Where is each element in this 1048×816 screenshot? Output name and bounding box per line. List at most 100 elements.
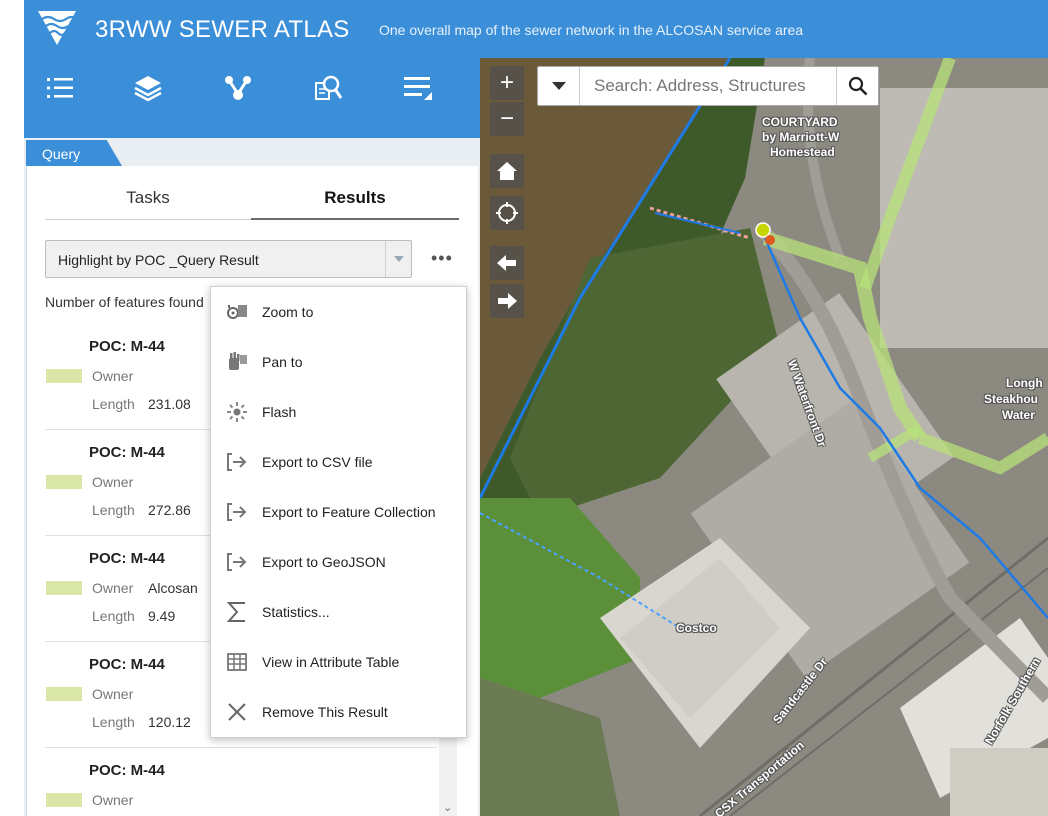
- zoom-in-button[interactable]: +: [490, 66, 524, 100]
- search-input[interactable]: [582, 67, 836, 105]
- length-label: Length: [92, 396, 135, 412]
- menu-label: Export to CSV file: [262, 454, 373, 470]
- locate-icon: [496, 202, 518, 224]
- menu-label: Zoom to: [262, 304, 314, 320]
- length-value: 272.86: [148, 502, 191, 518]
- length-label: Length: [92, 714, 135, 730]
- result-title: POC: M-44: [89, 444, 165, 461]
- legend-list-icon: [47, 78, 73, 98]
- search-icon: [848, 76, 867, 96]
- map-label-courtyard: COURTYARD: [762, 115, 838, 129]
- export-icon: [225, 500, 249, 524]
- network-trace-button[interactable]: [218, 68, 258, 108]
- owner-label: Owner: [92, 792, 134, 808]
- map-search: [537, 66, 879, 106]
- owner-label: Owner: [92, 580, 134, 596]
- menu-item-statistics[interactable]: Statistics...: [211, 587, 468, 637]
- search-source-dropdown[interactable]: [538, 67, 580, 105]
- pan-hand-icon: [225, 350, 249, 374]
- aerial-map-image: [480, 58, 1048, 816]
- widget-toolbar: [24, 58, 480, 116]
- menu-item-export-feature-collection[interactable]: Export to Feature Collection: [211, 487, 468, 537]
- length-label: Length: [92, 608, 135, 624]
- legend-list-button[interactable]: [40, 68, 80, 108]
- zoom-to-icon: [225, 300, 249, 324]
- query-tabs: Tasks Results: [45, 188, 459, 220]
- query-tab-label: Query: [42, 146, 81, 162]
- menu-item-export-geojson[interactable]: Export to GeoJSON: [211, 537, 468, 587]
- menu-item-view-attribute-table[interactable]: View in Attribute Table: [211, 637, 468, 687]
- toolbar-strip: [24, 116, 480, 138]
- zoom-out-button[interactable]: −: [490, 102, 524, 136]
- export-icon: [225, 550, 249, 574]
- symbol-swatch: [46, 369, 82, 383]
- app-root: 3RWW SEWER ATLAS One overall map of the …: [0, 0, 1048, 816]
- app-title: 3RWW SEWER ATLAS: [95, 16, 350, 43]
- map-label-steakhouse: Steakhou: [984, 392, 1039, 406]
- sigma-icon: [225, 600, 249, 624]
- menu-item-remove-result[interactable]: Remove This Result: [211, 687, 468, 737]
- result-actions-menu: Zoom to Pan to Flash Export to CSV file …: [210, 286, 467, 738]
- tab-tasks[interactable]: Tasks: [45, 188, 251, 220]
- menu-label: Flash: [262, 404, 297, 420]
- map-label-courtyard-2: by Marriott-W: [762, 130, 840, 144]
- flash-icon: [225, 400, 249, 424]
- chevron-down-icon: [385, 241, 411, 277]
- close-icon: [225, 700, 249, 724]
- arrow-left-icon: [497, 255, 516, 271]
- query-search-icon: [315, 75, 343, 100]
- result-title: POC: M-44: [89, 762, 165, 779]
- map-label-water: Water: [1002, 408, 1035, 422]
- layers-button[interactable]: [128, 68, 168, 108]
- symbol-swatch: [46, 793, 82, 807]
- search-button[interactable]: [836, 67, 878, 105]
- symbol-swatch: [46, 475, 82, 489]
- my-location-button[interactable]: [490, 196, 524, 230]
- water-logo-icon: [38, 11, 76, 45]
- menu-label: Remove This Result: [262, 704, 388, 720]
- menu-label: Statistics...: [262, 604, 330, 620]
- network-trace-icon: [225, 76, 251, 100]
- menu-item-export-csv[interactable]: Export to CSV file: [211, 437, 468, 487]
- home-button[interactable]: [490, 154, 524, 188]
- next-extent-button[interactable]: [490, 284, 524, 318]
- owner-label: Owner: [92, 368, 134, 384]
- query-panel-tab[interactable]: Query: [26, 140, 122, 166]
- menu-label: Export to Feature Collection: [262, 504, 436, 520]
- menu-item-pan-to[interactable]: Pan to: [211, 337, 468, 387]
- menu-collapse-button[interactable]: [398, 68, 438, 108]
- layers-icon: [134, 76, 162, 102]
- home-icon: [497, 162, 517, 180]
- result-layer-select-value: Highlight by POC _Query Result: [58, 252, 259, 268]
- length-value: 231.08: [148, 396, 191, 412]
- map-label-courtyard-3: Homestead: [770, 145, 835, 159]
- owner-label: Owner: [92, 474, 134, 490]
- result-layer-select[interactable]: Highlight by POC _Query Result: [45, 240, 412, 278]
- menu-label: Pan to: [262, 354, 303, 370]
- length-label: Length: [92, 502, 135, 518]
- arrow-right-icon: [498, 293, 517, 309]
- scroll-down-icon[interactable]: ⌄: [443, 801, 452, 814]
- menu-label: Export to GeoJSON: [262, 554, 386, 570]
- owner-value: Alcosan: [148, 580, 198, 596]
- query-button[interactable]: [308, 68, 348, 108]
- table-icon: [225, 650, 249, 674]
- length-value: 120.12: [148, 714, 191, 730]
- caret-down-icon: [551, 82, 566, 90]
- more-options-button[interactable]: •••: [431, 248, 459, 268]
- menu-item-flash[interactable]: Flash: [211, 387, 468, 437]
- result-title: POC: M-44: [89, 550, 165, 567]
- owner-label: Owner: [92, 686, 134, 702]
- result-title: POC: M-44: [89, 656, 165, 673]
- menu-label: View in Attribute Table: [262, 654, 400, 670]
- app-header: 3RWW SEWER ATLAS One overall map of the …: [24, 0, 1048, 58]
- list-item[interactable]: POC: M-44 Owner: [45, 748, 437, 816]
- previous-extent-button[interactable]: [490, 246, 524, 280]
- symbol-swatch: [46, 581, 82, 595]
- export-icon: [225, 450, 249, 474]
- feature-count-text: Number of features found: [45, 294, 204, 310]
- map-view[interactable]: COURTYARD by Marriott-W Homestead W Wate…: [480, 58, 1048, 816]
- result-title: POC: M-44: [89, 338, 165, 355]
- tab-results[interactable]: Results: [251, 188, 459, 220]
- menu-item-zoom-to[interactable]: Zoom to: [211, 287, 468, 337]
